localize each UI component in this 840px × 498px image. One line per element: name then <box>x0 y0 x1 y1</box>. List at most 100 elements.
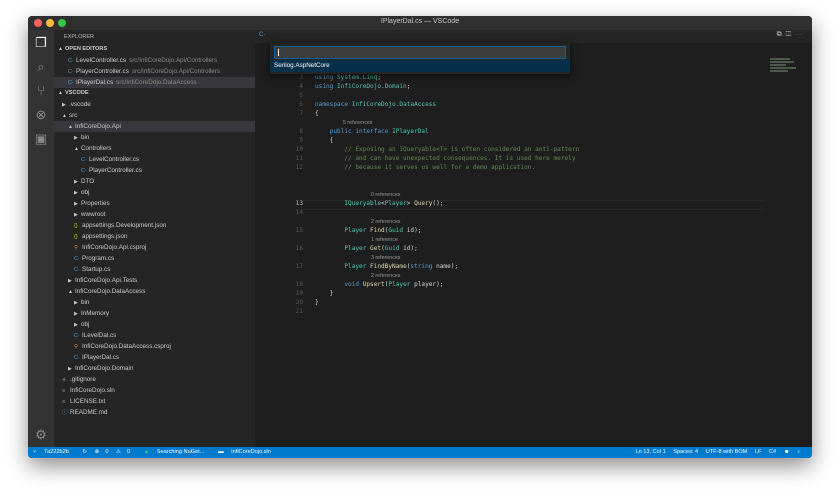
codelens[interactable]: 2 references <box>371 273 400 279</box>
text-caret <box>278 49 279 56</box>
task-status: ▲ Searching NuGet... <box>143 449 205 455</box>
language-mode[interactable]: C# <box>769 449 776 455</box>
line-number: 19 <box>295 290 303 297</box>
cursor-position[interactable]: Ln 13, Col 1 <box>636 449 666 455</box>
line-number: 6 <box>299 101 303 108</box>
code-line: using System.Linq; <box>315 74 382 81</box>
code-comment: // Exposing an IQueryable<T> is often co… <box>344 146 580 153</box>
line-number: 16 <box>295 245 303 252</box>
smiley-icon[interactable]: ☻ <box>784 449 790 455</box>
tree-folder[interactable]: ▶ InMemory <box>54 308 255 319</box>
tree-folder[interactable]: ▶ DTO <box>54 176 255 187</box>
eol-status[interactable]: LF <box>755 449 762 455</box>
open-editor-item[interactable]: C· PlayerController.cs src/InfiCoreDojo.Ap… <box>54 66 255 77</box>
split-editor-icon[interactable]: ◫ <box>786 31 795 38</box>
activity-bar: ❐ ⌕ ⑂ ⊗ ▣ ⚙ <box>28 30 54 447</box>
tree-folder[interactable]: ▶ wwwroot <box>54 209 255 220</box>
code-line: } <box>315 290 334 297</box>
debug-icon[interactable]: ⊗ <box>34 108 48 122</box>
quick-pick-panel: Serilog.AspNetCore <box>270 43 570 74</box>
sync-icon[interactable]: ↻ <box>82 449 87 455</box>
code-line: Player Find(Guid id); <box>344 227 422 234</box>
tree-file[interactable]: ⓘ README.md <box>54 407 255 418</box>
tree-file[interactable]: C· IPlayerDal.cs <box>54 352 255 363</box>
indentation-status[interactable]: Spaces: 4 <box>673 449 698 455</box>
tree-file[interactable]: C· LevelController.cs <box>54 154 255 165</box>
gear-icon[interactable]: ⚙ <box>34 428 48 442</box>
open-changes-icon[interactable]: ⧉ <box>777 31 786 38</box>
line-number: 5 <box>299 92 303 99</box>
code-line: { <box>315 137 334 144</box>
encoding-status[interactable]: UTF-8 with BOM <box>706 449 748 455</box>
quick-pick-input[interactable] <box>274 46 566 59</box>
tree-file[interactable]: C· Startup.cs <box>54 264 255 275</box>
line-number: 4 <box>299 83 303 90</box>
folder-icon: ▬ <box>217 449 226 455</box>
tree-folder[interactable]: ▶ InfiCoreDojo.Domain <box>54 363 255 374</box>
line-number: 20 <box>295 299 303 306</box>
codelens[interactable]: 3 references <box>371 255 400 261</box>
tree-file[interactable]: ⚲ InfiCoreDojo.Api.csproj <box>54 242 255 253</box>
search-icon[interactable]: ⌕ <box>34 60 48 74</box>
source-control-icon[interactable]: ⑂ <box>34 84 48 98</box>
error-icon: ⊗ <box>94 449 100 455</box>
tree-file[interactable]: {} appsettings.json <box>54 231 255 242</box>
tree-folder[interactable]: ▶ obj <box>54 319 255 330</box>
open-editor-item-active[interactable]: C· IPlayerDal.cs src/InfiCoreDojo.DataAcce… <box>54 77 255 88</box>
info-file-icon: ⓘ <box>62 410 68 416</box>
git-branch-status[interactable]: ⑂ 7a222b2b <box>33 449 75 455</box>
tree-file[interactable]: ≡ InfiCoreDojo.sln <box>54 385 255 396</box>
codelens[interactable]: 2 references <box>371 219 400 225</box>
minimap[interactable] <box>770 58 798 76</box>
tree-folder[interactable]: ▶ InfiCoreDojo.Api.Tests <box>54 275 255 286</box>
open-editors-section[interactable]: ▲ OPEN EDITORS <box>54 44 255 55</box>
workspace-section[interactable]: ▲ VSCODE <box>54 88 255 99</box>
line-number: 13 <box>295 200 303 207</box>
tree-folder[interactable]: ▶ .vscode <box>54 99 255 110</box>
explorer-icon[interactable]: ❐ <box>34 36 48 50</box>
codelens[interactable]: 5 references <box>343 120 372 126</box>
open-editor-item[interactable]: C· LevelController.cs src/InfiCoreDojo.Api… <box>54 55 255 66</box>
tree-file[interactable]: ⚲ InfiCoreDojo.DataAccess.csproj <box>54 341 255 352</box>
tree-folder[interactable]: ▲ InfiCoreDojo.Api <box>54 121 255 132</box>
tree-folder[interactable]: ▲ Controllers <box>54 143 255 154</box>
extensions-icon[interactable]: ▣ <box>34 132 48 146</box>
line-number: 3 <box>299 74 303 81</box>
line-number: 7 <box>299 110 303 117</box>
tree-folder[interactable]: ▶ obj <box>54 187 255 198</box>
quick-pick-item[interactable]: Serilog.AspNetCore <box>270 60 570 72</box>
branch-icon: ⑂ <box>33 449 38 455</box>
code-line: IQueryable<Player> Query(); <box>344 200 444 207</box>
warning-icon: ⚠ <box>116 449 122 455</box>
code-line: { <box>315 110 319 117</box>
line-number: 18 <box>295 281 303 288</box>
code-line: using InfiCoreDojo.Domain; <box>315 83 411 90</box>
tree-folder[interactable]: ▶ bin <box>54 297 255 308</box>
tree-folder[interactable]: ▶ Properties <box>54 198 255 209</box>
tree-folder[interactable]: ▲ src <box>54 110 255 121</box>
solution-status[interactable]: ▬ InfiCoreDojo.sln <box>218 449 277 455</box>
tree-file[interactable]: {} appsettings.Development.json <box>54 220 255 231</box>
editor-actions: ⧉◫⋯ <box>777 31 806 39</box>
code-line: void Upsert(Player player); <box>344 281 444 288</box>
tree-file[interactable]: C· PlayerController.cs <box>54 165 255 176</box>
tree-file[interactable]: ◈ .gitignore <box>54 374 255 385</box>
codelens[interactable]: 1 reference <box>371 237 398 243</box>
line-number: 14 <box>295 209 303 216</box>
explorer-sidebar: EXPLORER ▲ OPEN EDITORS C· LevelController… <box>54 30 255 447</box>
tree-file[interactable]: C· Program.cs <box>54 253 255 264</box>
line-number: 21 <box>295 308 303 315</box>
vscode-window: IPlayerDal.cs — VSCode ❐ ⌕ ⑂ ⊗ ▣ ⚙ EXPLO… <box>28 16 812 458</box>
bell-icon[interactable]: ♪ <box>797 449 800 455</box>
code-comment: // because it serves us well for a demo … <box>344 164 536 171</box>
tree-folder[interactable]: ▲ InfiCoreDojo.DataAccess <box>54 286 255 297</box>
problems-status[interactable]: ⊗ 0 ⚠ 0 <box>95 449 137 455</box>
code-line: Player Get(Guid id); <box>344 245 418 252</box>
tree-folder[interactable]: ▶ bin <box>54 132 255 143</box>
editor-area: C· ⧉◫⋯ Serilog.AspNetCore 3 using System… <box>255 30 812 447</box>
codelens[interactable]: 0 references <box>371 192 400 198</box>
tree-file[interactable]: C· ILevelDal.cs <box>54 330 255 341</box>
more-actions-icon[interactable]: ⋯ <box>795 31 806 38</box>
window-title: IPlayerDal.cs — VSCode <box>380 18 460 25</box>
tree-file[interactable]: ≡ LICENSE.txt <box>54 396 255 407</box>
